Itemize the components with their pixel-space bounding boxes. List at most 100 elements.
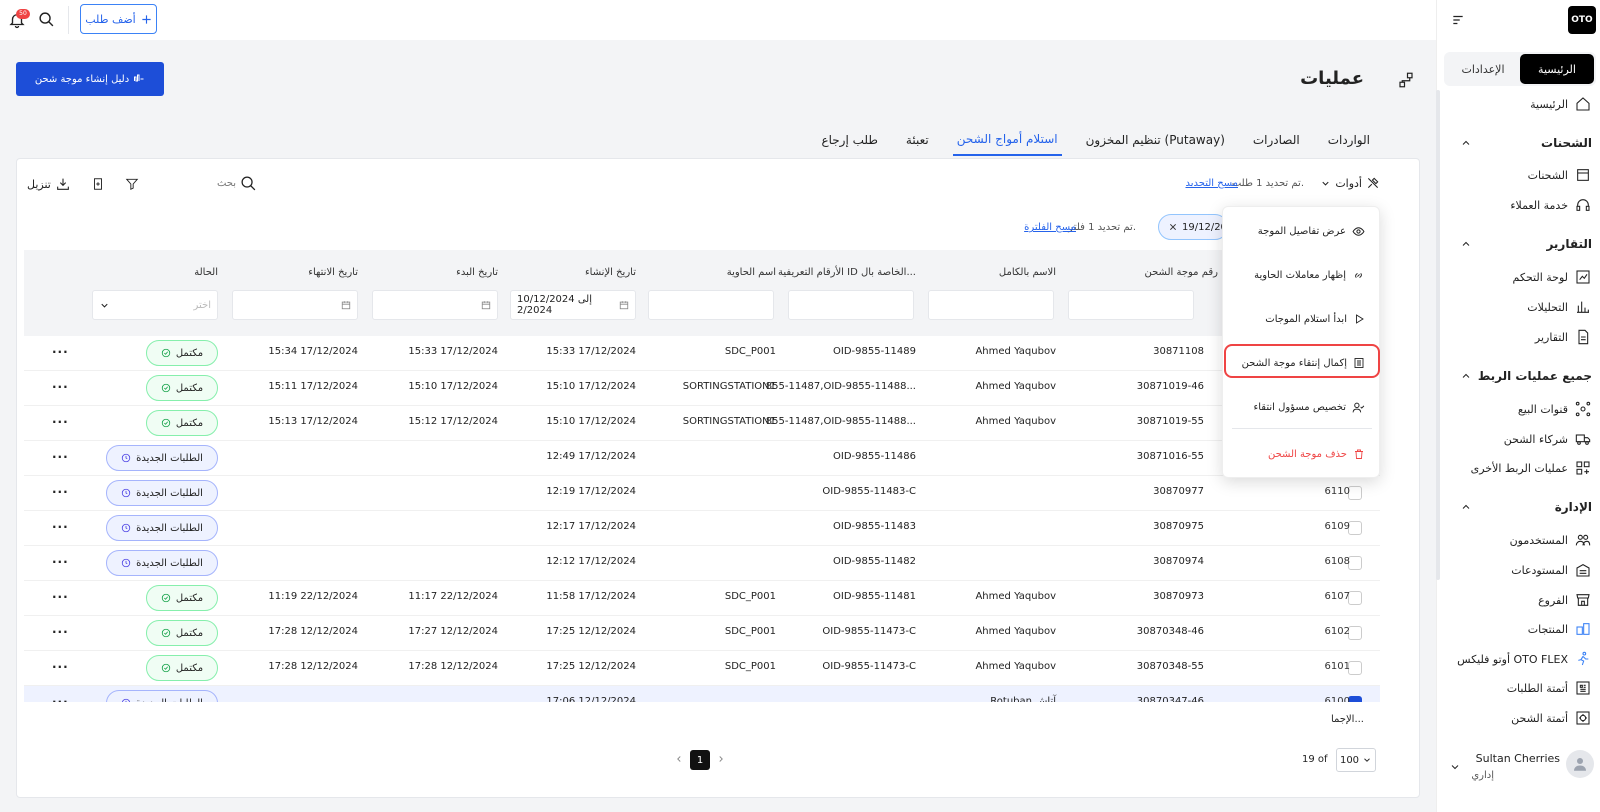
add-order-button[interactable]: أضف طلب — [80, 4, 157, 34]
clear-selection-link[interactable]: مسح التحديد — [1186, 178, 1239, 189]
menu-assign-picker[interactable]: تخصيص مسؤول انتقاء — [1254, 395, 1365, 419]
more-actions-icon[interactable]: ··· — [52, 380, 69, 394]
per-page-select[interactable]: 100 — [1336, 748, 1376, 772]
tab-putaway[interactable]: تنظيم المخزون (Putaway) — [1082, 124, 1229, 156]
row-checkbox[interactable] — [1348, 486, 1362, 500]
more-actions-icon[interactable]: ··· — [52, 695, 69, 702]
table-row[interactable]: 6108 30870974 OID-9855-11482 12:12 17/12/20… — [24, 546, 1380, 581]
download-button[interactable]: تنزيل — [27, 176, 71, 192]
table-search[interactable] — [186, 172, 256, 194]
sidebar-item-home[interactable]: الرئيسية — [1530, 92, 1592, 116]
divider — [68, 6, 69, 34]
sidebar-tab-home[interactable]: الرئيسية — [1520, 54, 1594, 84]
chevron-down-icon[interactable] — [1448, 760, 1462, 774]
sidebar-item-oto-flex[interactable]: أوتو فليكس OTO FLEX — [1457, 647, 1592, 671]
sidebar-item-products[interactable]: المنتجات — [1528, 617, 1592, 641]
tools-button[interactable]: أدوات — [1320, 176, 1380, 190]
sidebar-item-label: المنتجات — [1527, 622, 1568, 636]
filter-container[interactable] — [648, 290, 774, 320]
sidebar-section-shipments[interactable]: الشحنات — [1460, 131, 1592, 155]
sidebar-item-shipping-automation[interactable]: أتمتة الشحن — [1511, 706, 1592, 730]
row-checkbox[interactable] — [1348, 661, 1362, 675]
sidebar-item-order-automation[interactable]: أتمتة الطلبات — [1507, 676, 1592, 700]
sidebar-item-shipping-partners[interactable]: شركاء الشحن — [1504, 427, 1592, 451]
chevron-left-icon[interactable] — [672, 752, 686, 766]
filter-created[interactable]: 10/12/2024 إلى 2/2024 — [510, 290, 636, 320]
more-actions-icon[interactable]: ··· — [52, 660, 69, 674]
sidebar-item-reports[interactable]: التقارير — [1535, 325, 1592, 349]
more-actions-icon[interactable]: ··· — [52, 555, 69, 569]
filter-icon[interactable] — [124, 176, 140, 192]
row-checkbox[interactable] — [1348, 556, 1362, 570]
menu-show-container-transactions[interactable]: إظهار معاملات الحاوية — [1254, 263, 1365, 287]
sidebar-item-label: عمليات الربط الأخرى — [1470, 461, 1568, 475]
tab-return-request[interactable]: طلب إرجاع — [817, 124, 881, 156]
tab-shipping-waves[interactable]: استلام أمواج الشحن — [952, 124, 1062, 156]
search-icon[interactable] — [35, 8, 57, 30]
container-name: SDC_P001 — [724, 626, 776, 637]
more-actions-icon[interactable]: ··· — [52, 450, 69, 464]
sidebar-item-analytics[interactable]: التحليلات — [1527, 295, 1592, 319]
more-actions-icon[interactable]: ··· — [52, 590, 69, 604]
created-date: 17:25 12/12/2024 — [546, 626, 636, 637]
filter-status[interactable]: اختر — [92, 290, 218, 320]
menu-start-wave-receiving[interactable]: ابدأ استلام الموجات — [1265, 307, 1365, 331]
filter-start[interactable] — [372, 290, 498, 320]
app-root: 50 أضف طلب OTO الرئيسية الإعدادات الرئيس… — [0, 0, 1600, 812]
sidebar-item-shipments[interactable]: الشحنات — [1528, 163, 1592, 187]
sidebar-item-customer-service[interactable]: خدمة العملاء — [1510, 193, 1592, 217]
sidebar-scrollbar[interactable] — [1436, 90, 1440, 580]
more-actions-icon[interactable]: ··· — [52, 345, 69, 359]
menu-view-wave-details[interactable]: عرض تفاصيل الموجة — [1258, 219, 1365, 243]
close-icon[interactable] — [1169, 223, 1177, 231]
status-label: مكتمل — [175, 347, 204, 359]
filter-wave-number[interactable] — [1068, 290, 1194, 320]
more-actions-icon[interactable]: ··· — [52, 415, 69, 429]
sidebar-tab-settings[interactable]: الإعدادات — [1446, 54, 1520, 84]
table-row[interactable]: 6110 30870977 OID-9855-11483-C 12:19 17/12/… — [24, 476, 1380, 511]
sidebar-item-other-integrations[interactable]: عمليات الربط الأخرى — [1471, 456, 1592, 480]
table-row[interactable]: 6100 30870347-46 Rotuban آتاش 17:06 12/12/2… — [24, 686, 1380, 702]
sidebar-item-sales-channels[interactable]: قنوات البيع — [1518, 397, 1592, 421]
sidebar-item-dashboard[interactable]: لوحة التحكم — [1513, 265, 1592, 289]
row-checkbox[interactable] — [1348, 521, 1362, 535]
sidebar-item-warehouses[interactable]: المستودعات — [1511, 558, 1592, 582]
tab-outbound[interactable]: الصادرات — [1249, 124, 1304, 156]
filter-end[interactable] — [232, 290, 358, 320]
table-row[interactable]: 30871108 Ahmed Yaqubov OID-9855-11489 SDC_P… — [24, 336, 1380, 371]
sidebar-section-integrations[interactable]: جميع عمليات الربط — [1460, 364, 1592, 388]
user-profile[interactable]: Sultan Cherries إداري — [1444, 748, 1596, 798]
tab-inbound[interactable]: الواردات — [1324, 124, 1374, 156]
more-actions-icon[interactable]: ··· — [52, 485, 69, 499]
filter-order-ids[interactable] — [788, 290, 914, 320]
search-input[interactable] — [186, 177, 236, 189]
tab-packing[interactable]: تعبئة — [902, 124, 933, 156]
table-row[interactable]: 30871019-55 Ahmed Yaqubov 855-11487,OID-98… — [24, 406, 1380, 441]
collapse-sidebar-icon[interactable] — [1450, 12, 1466, 28]
clear-filter-link[interactable]: مسح الفلترة — [1024, 222, 1076, 233]
table-row[interactable]: 30871019-46 Ahmed Yaqubov 855-11487,OID-98… — [24, 371, 1380, 406]
filter-chip[interactable]: 19/12/20 — [1158, 214, 1228, 240]
sidebar-section-management[interactable]: الإدارة — [1460, 495, 1592, 519]
eye-icon — [1352, 225, 1365, 238]
row-checkbox[interactable] — [1348, 696, 1362, 702]
chevron-right-icon[interactable] — [714, 752, 728, 766]
sidebar-item-branches[interactable]: الفروع — [1538, 588, 1592, 612]
table-row[interactable]: 6102 30870348-46 Ahmed Yaqubov OID-9855-114… — [24, 616, 1380, 651]
menu-delete-wave[interactable]: حذف موجة الشحن — [1268, 442, 1365, 466]
table-row[interactable]: 6107 30870973 Ahmed Yaqubov OID-9855-11481 S… — [24, 581, 1380, 616]
table-row[interactable]: 6101 30870348-55 Ahmed Yaqubov OID-9855-114… — [24, 651, 1380, 686]
table-row[interactable]: 30871016-55 OID-9855-11486 12:49 17/12/202… — [24, 441, 1380, 476]
wave-guide-button[interactable]: دليل إنشاء موجة شحن — [16, 62, 164, 96]
row-checkbox[interactable] — [1348, 626, 1362, 640]
table-row[interactable]: 6109 30870975 OID-9855-11483 12:17 17/12/20… — [24, 511, 1380, 546]
more-actions-icon[interactable]: ··· — [52, 520, 69, 534]
sidebar-section-reports[interactable]: التقارير — [1460, 232, 1592, 256]
more-actions-icon[interactable]: ··· — [52, 625, 69, 639]
sidebar-item-users[interactable]: المستخدمون — [1510, 528, 1592, 552]
filter-full-name[interactable] — [928, 290, 1054, 320]
import-icon[interactable] — [90, 176, 106, 192]
page-number-current[interactable]: 1 — [690, 750, 710, 770]
row-checkbox[interactable] — [1348, 591, 1362, 605]
search-icon[interactable] — [240, 175, 257, 192]
